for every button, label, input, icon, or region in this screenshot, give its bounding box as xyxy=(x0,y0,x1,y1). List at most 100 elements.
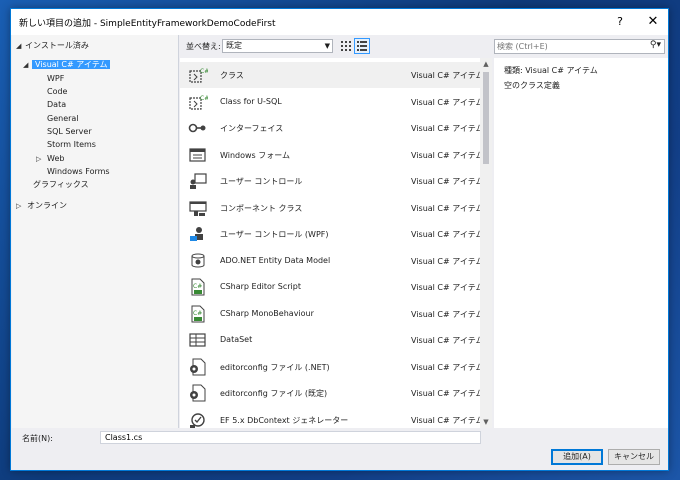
tree-node-code[interactable]: Code xyxy=(47,85,67,98)
tree-node-label: Web xyxy=(47,154,65,163)
small-icons-view-button[interactable] xyxy=(338,38,354,54)
close-button[interactable]: ✕ xyxy=(638,9,668,35)
class-icon: C# xyxy=(188,93,209,111)
title-bar: 新しい項目の追加 - SimpleEntityFrameworkDemoCode… xyxy=(11,9,668,35)
template-item[interactable]: インターフェイス Visual C# アイテム xyxy=(180,115,484,141)
search-icon[interactable]: ⚲▾ xyxy=(650,40,661,50)
tree-node-online[interactable]: ▷ オンライン xyxy=(16,199,67,212)
add-button[interactable]: 追加(A) xyxy=(551,449,603,465)
template-item[interactable]: Windows フォーム Visual C# アイテム xyxy=(180,142,483,168)
tree-node-graphics[interactable]: グラフィックス xyxy=(33,178,89,191)
vertical-scrollbar[interactable]: ▲ ▼ xyxy=(480,58,492,428)
template-language: Visual C# アイテム xyxy=(411,97,484,107)
scroll-up-icon[interactable]: ▲ xyxy=(480,58,492,70)
template-name: インターフェイス xyxy=(220,124,284,133)
template-item[interactable]: editorconfig ファイル (既定) Visual C# アイテム xyxy=(180,380,484,406)
template-item[interactable]: ユーザー コントロール (WPF) Visual C# アイテム xyxy=(180,221,483,247)
collapsed-triangle-icon: ▷ xyxy=(16,202,22,210)
config-icon xyxy=(188,358,208,376)
template-name: DataSet xyxy=(220,335,253,344)
template-name: editorconfig ファイル (.NET) xyxy=(220,362,330,372)
scroll-down-icon[interactable]: ▼ xyxy=(480,416,492,428)
details-pane: 種類: Visual C# アイテム 空のクラス定義 xyxy=(494,58,668,428)
class-icon: C# xyxy=(188,66,209,84)
component-icon xyxy=(188,199,208,217)
template-language: Visual C# アイテム xyxy=(411,256,484,266)
collapsed-triangle-icon: ▷ xyxy=(36,155,42,163)
sort-label: 並べ替え: xyxy=(186,42,221,51)
svg-text:C#: C# xyxy=(200,68,208,75)
template-language: Visual C# アイテム xyxy=(411,177,484,186)
template-item[interactable]: editorconfig ファイル (.NET) Visual C# アイテム xyxy=(180,354,484,380)
template-name: Windows フォーム xyxy=(220,150,291,160)
template-language: Visual C# アイテム xyxy=(411,389,484,398)
search-input[interactable] xyxy=(497,41,637,52)
template-item[interactable]: ADO.NET Entity Data Model Visual C# アイテム xyxy=(180,248,484,274)
template-name: editorconfig ファイル (既定) xyxy=(220,389,328,398)
tree-node-windows-forms[interactable]: Windows Forms xyxy=(47,165,110,178)
template-name: Class for U-SQL xyxy=(220,96,282,106)
template-item[interactable]: C# CSharp Editor Script Visual C# アイテム xyxy=(180,274,484,300)
template-language: Visual C# アイテム xyxy=(411,71,484,80)
csharp-file-icon: C# xyxy=(188,278,208,296)
template-name: コンポーネント クラス xyxy=(220,203,303,213)
name-field[interactable] xyxy=(100,431,481,444)
svg-text:C#: C# xyxy=(193,283,202,290)
template-name: ユーザー コントロール xyxy=(220,177,303,186)
template-language: Visual C# アイテム xyxy=(411,362,484,372)
help-button[interactable]: ? xyxy=(605,9,635,35)
template-name: EF 5.x DbContext ジェネレーター xyxy=(220,415,349,425)
tree-node-sql-server[interactable]: SQL Server xyxy=(47,125,92,138)
expanded-triangle-icon: ◢ xyxy=(16,42,22,50)
tree-node-visual-csharp[interactable]: ◢ Visual C# アイテム xyxy=(23,58,111,71)
form-icon xyxy=(188,146,208,164)
generator-icon xyxy=(188,411,208,429)
search-box[interactable]: ⚲▾ xyxy=(494,39,665,54)
template-name: ユーザー コントロール (WPF) xyxy=(220,230,329,239)
tree-node-web[interactable]: ▷ Web xyxy=(36,152,64,165)
template-language: Visual C# アイテム xyxy=(411,124,484,133)
svg-text:C#: C# xyxy=(193,310,202,317)
tree-node-data[interactable]: Data xyxy=(47,98,66,111)
medium-icons-view-button[interactable] xyxy=(354,38,370,54)
template-item[interactable]: EF 5.x DbContext ジェネレーター Visual C# アイテム xyxy=(180,407,484,429)
category-tree: ◢ インストール済み ◢ Visual C# アイテム WPF Code Data … xyxy=(12,35,179,428)
template-item[interactable]: C# クラス Visual C# アイテム xyxy=(180,62,484,88)
template-item[interactable]: ユーザー コントロール Visual C# アイテム xyxy=(180,168,484,194)
tree-node-general[interactable]: General xyxy=(47,112,79,125)
template-item[interactable]: C# Class for U-SQL Visual C# アイテム xyxy=(180,89,484,115)
wpf-user-control-icon xyxy=(188,225,208,243)
entity-model-icon xyxy=(188,252,208,270)
template-language: Visual C# アイテム xyxy=(411,336,484,345)
template-item[interactable]: コンポーネント クラス Visual C# アイテム xyxy=(180,195,483,221)
tree-node-installed[interactable]: ◢ インストール済み xyxy=(16,39,89,52)
tree-node-storm-items[interactable]: Storm Items xyxy=(47,138,96,151)
name-label: 名前(N): xyxy=(22,434,53,443)
template-language: Visual C# アイテム xyxy=(411,309,484,319)
expanded-triangle-icon: ◢ xyxy=(23,61,29,69)
details-type: 種類: Visual C# アイテム xyxy=(504,65,598,76)
csharp-file-icon: C# xyxy=(188,305,208,323)
user-control-icon xyxy=(188,172,208,190)
template-name: CSharp Editor Script xyxy=(220,282,301,291)
tree-node-label: オンライン xyxy=(27,201,67,210)
tree-node-label: インストール済み xyxy=(25,41,89,50)
interface-icon xyxy=(188,119,208,137)
template-item[interactable]: C# CSharp MonoBehaviour Visual C# アイテム xyxy=(180,301,484,327)
cancel-button[interactable]: キャンセル xyxy=(608,449,660,465)
template-name: クラス xyxy=(220,71,244,80)
dataset-icon xyxy=(188,331,208,349)
add-new-item-dialog: 新しい項目の追加 - SimpleEntityFrameworkDemoCode… xyxy=(10,8,669,471)
chevron-down-icon: ▼ xyxy=(324,42,330,50)
scrollbar-thumb[interactable] xyxy=(483,72,489,164)
template-name: ADO.NET Entity Data Model xyxy=(220,255,331,265)
tree-node-wpf[interactable]: WPF xyxy=(47,72,64,85)
template-language: Visual C# アイテム xyxy=(411,415,484,425)
sort-dropdown[interactable]: 既定 ▼ xyxy=(222,39,333,53)
template-language: Visual C# アイテム xyxy=(411,283,484,292)
details-type-value: Visual C# アイテム xyxy=(525,66,598,75)
template-item[interactable]: DataSet Visual C# アイテム xyxy=(180,327,484,353)
grid-view-icon xyxy=(341,41,351,51)
template-name: CSharp MonoBehaviour xyxy=(220,308,314,318)
tree-node-label: Visual C# アイテム xyxy=(32,60,111,69)
